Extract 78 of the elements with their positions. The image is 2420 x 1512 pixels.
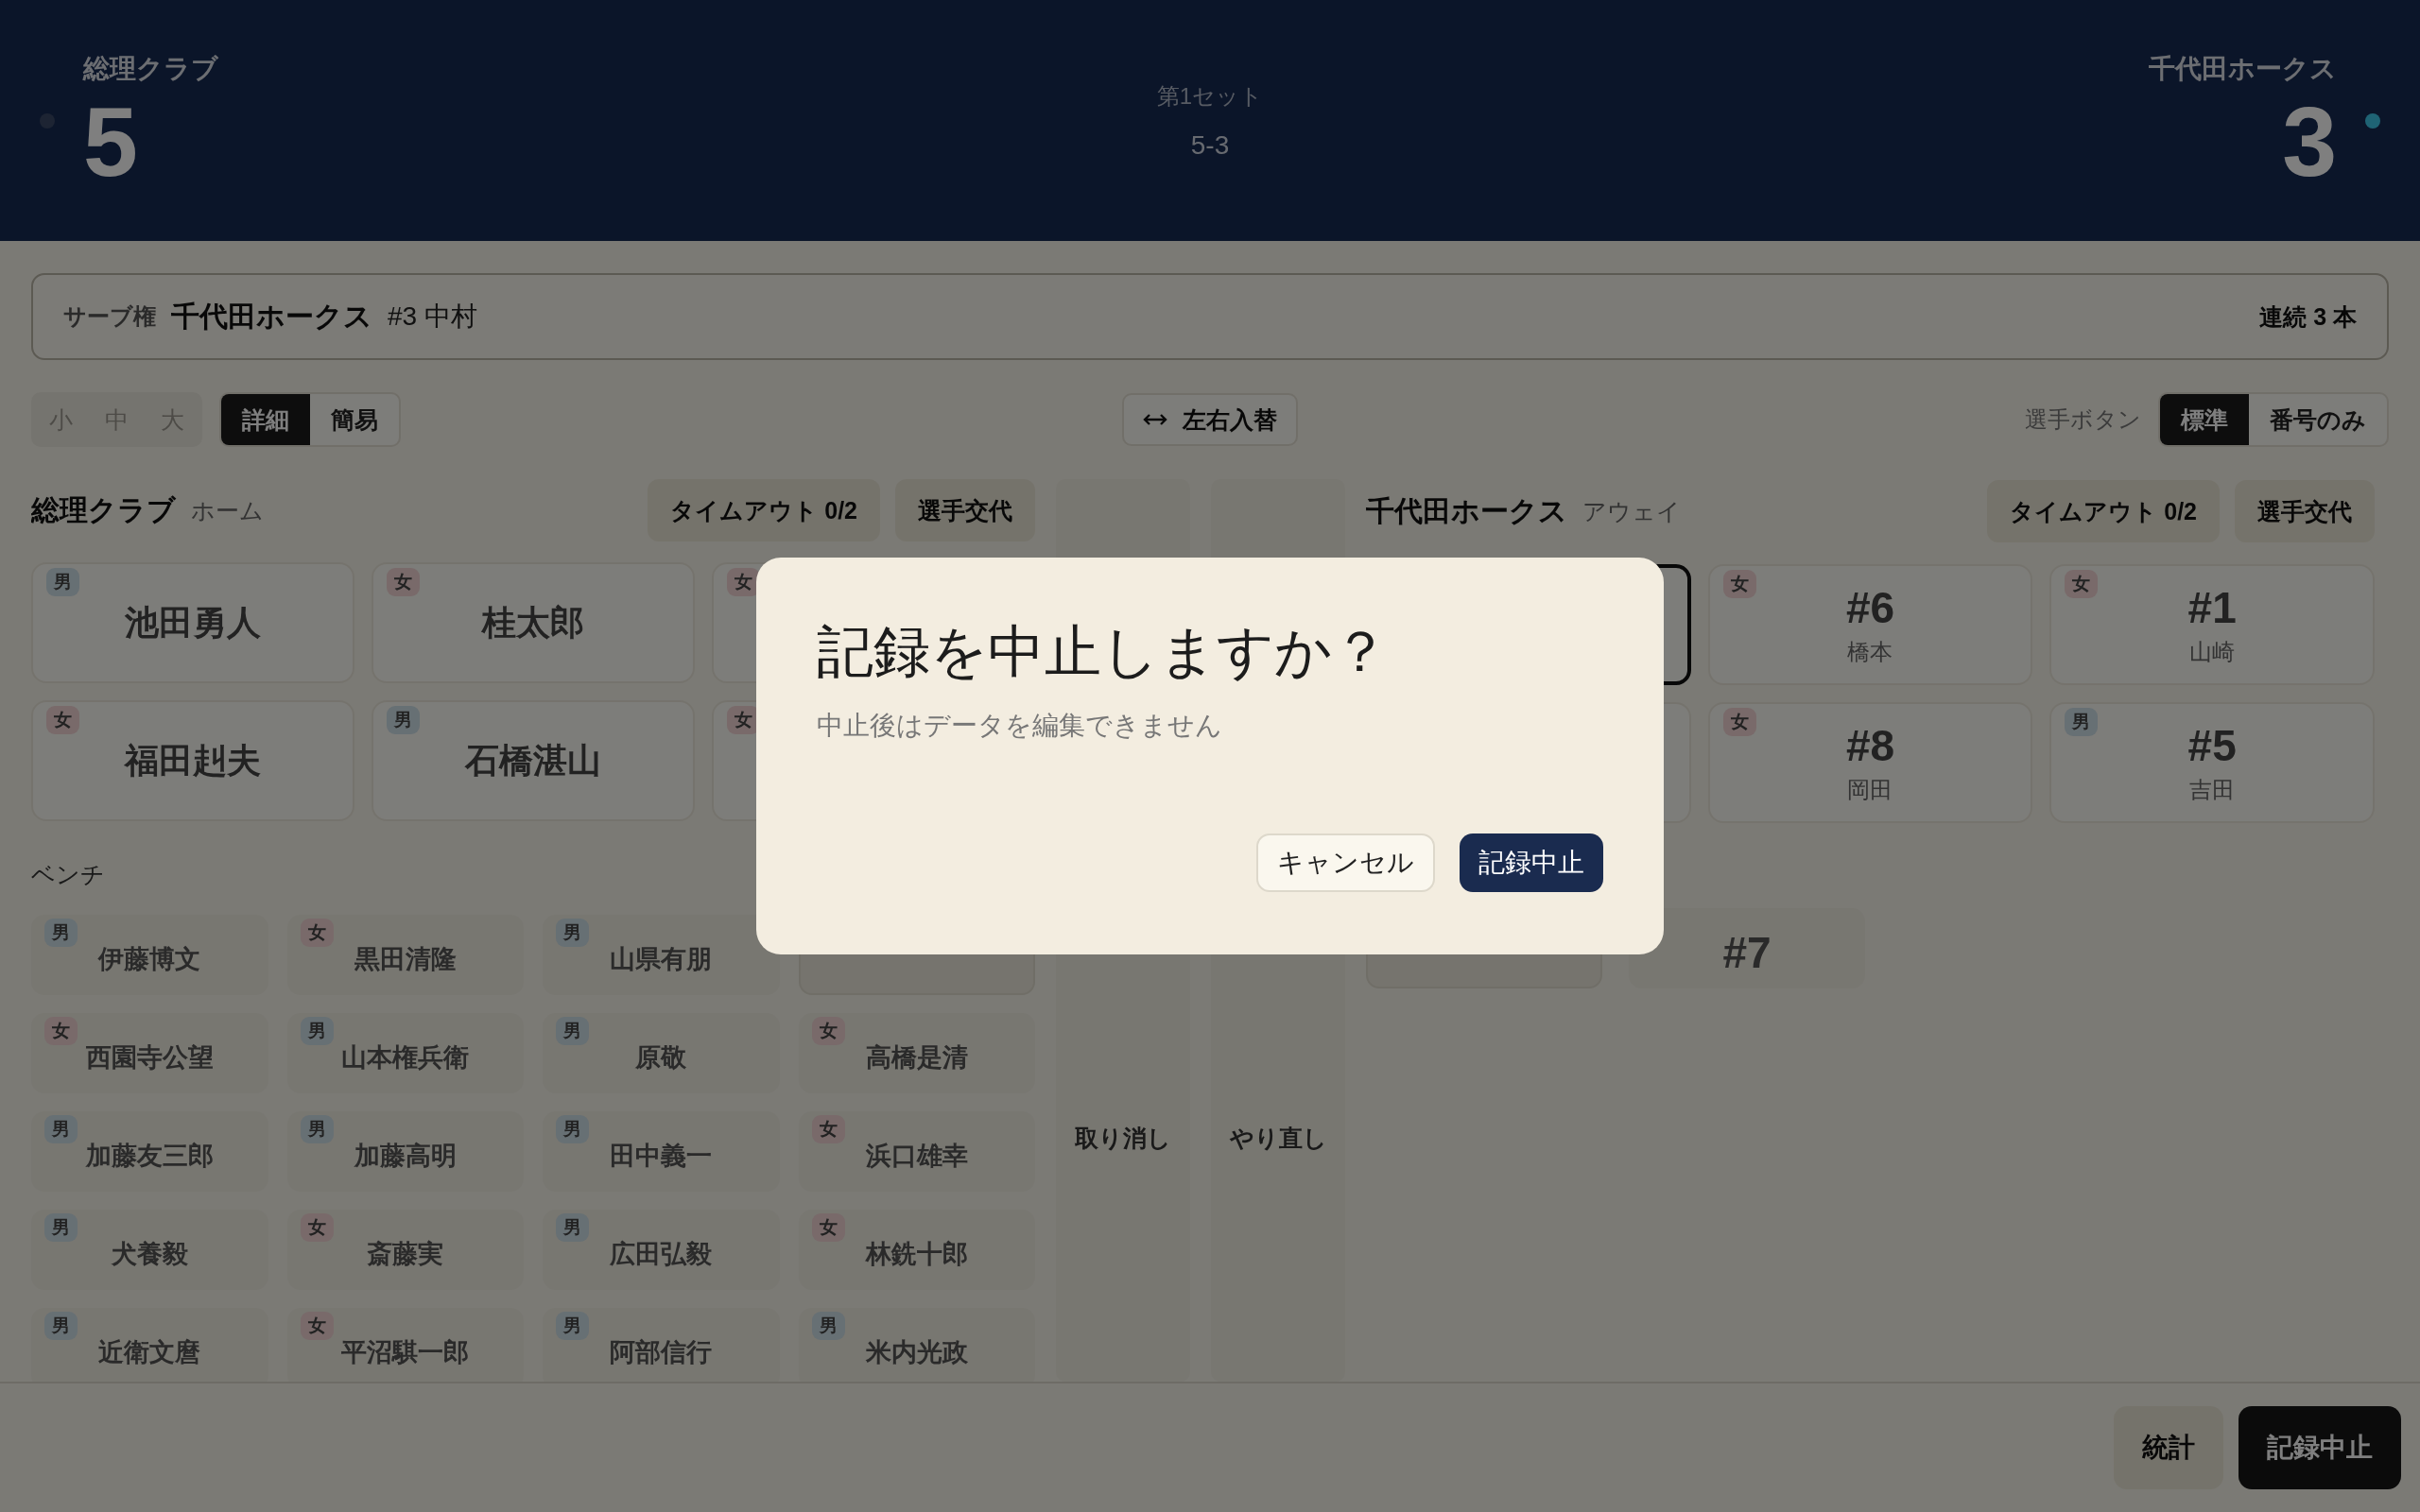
gender-badge: 女: [811, 1017, 845, 1045]
player-name: 高橋是清: [865, 1042, 968, 1074]
gender-badge: 女: [727, 568, 760, 596]
gender-badge: 女: [811, 1213, 845, 1242]
player-number: #5: [2187, 720, 2237, 771]
gender-badge: 男: [556, 1312, 589, 1340]
player-name: 石橋湛山: [465, 739, 601, 782]
player-number: #7: [1722, 927, 1772, 978]
gender-badge: 男: [2065, 708, 2099, 736]
player-number: #8: [1845, 720, 1895, 771]
team-name: 千代田ホークス: [1366, 493, 1567, 528]
bench-label: ベンチ: [31, 860, 106, 889]
player-name: 黒田清隆: [354, 944, 457, 975]
gender-badge: 女: [300, 1312, 334, 1340]
player-name: 加藤高明: [354, 1141, 457, 1172]
player-name: 西園寺公望: [85, 1042, 214, 1074]
player-number: #1: [2187, 582, 2237, 633]
gender-badge: 女: [44, 1017, 78, 1045]
player-name: 広田弘毅: [610, 1239, 713, 1270]
gender-badge: 男: [556, 919, 589, 947]
gender-badge: 女: [811, 1115, 845, 1143]
serving-player: #3 中村: [388, 301, 478, 333]
team-name: 総理クラブ: [83, 52, 218, 85]
player-name: 加藤友三郎: [85, 1141, 214, 1172]
player-name: 阿部信行: [610, 1337, 713, 1368]
gender-badge: 女: [300, 919, 334, 947]
player-name: 橋本: [1847, 638, 1893, 666]
player-name: 山県有朋: [610, 944, 713, 975]
gender-badge: 女: [46, 706, 79, 734]
gender-badge: 男: [811, 1312, 845, 1340]
team-score: 3: [2282, 92, 2337, 191]
team-name: 千代田ホークス: [2149, 52, 2337, 85]
team-name: 総理クラブ: [31, 492, 176, 527]
gender-badge: 男: [300, 1017, 334, 1045]
gender-badge: 男: [387, 706, 420, 734]
player-name: 福田赳夫: [125, 739, 261, 782]
player-number: #6: [1845, 582, 1895, 633]
gender-badge: 男: [556, 1017, 589, 1045]
player-name: 岡田: [1847, 776, 1893, 804]
player-name: 浜口雄幸: [865, 1141, 968, 1172]
dialog-title: 記録を中止しますか？: [817, 619, 1390, 685]
gender-badge: 男: [44, 1213, 78, 1242]
set-label: 第1セット: [1156, 81, 1264, 111]
player-name: 犬養毅: [111, 1239, 188, 1270]
team-side-label: ホーム: [191, 495, 264, 525]
player-name: 斎藤実: [367, 1239, 444, 1270]
gender-badge: 男: [44, 919, 78, 947]
player-name: 吉田: [2189, 776, 2236, 804]
gender-badge: 男: [556, 1213, 589, 1242]
gender-badge: 男: [44, 1115, 78, 1143]
player-button-label: 選手ボタン: [2025, 405, 2141, 434]
player-name: 田中義一: [610, 1141, 713, 1172]
set-score: 5-3: [1190, 129, 1230, 161]
player-name: 山本権兵衛: [341, 1042, 470, 1074]
team-score: 5: [83, 92, 139, 191]
dialog-message: 中止後はデータを編集できません: [817, 710, 1223, 742]
gender-badge: 男: [44, 1312, 78, 1340]
gender-badge: 男: [46, 568, 79, 596]
team-side-label: アウェイ: [1582, 496, 1681, 526]
gender-badge: 女: [1722, 708, 1756, 736]
player-name: 池田勇人: [125, 601, 261, 644]
gender-badge: 女: [300, 1213, 334, 1242]
serving-team: 千代田ホークス: [171, 299, 372, 334]
player-name: 平沼騏一郎: [341, 1337, 470, 1368]
gender-badge: 男: [556, 1115, 589, 1143]
serve-streak: 連続 3 本: [2259, 301, 2357, 332]
gender-badge: 女: [2065, 570, 2099, 598]
player-name: 林銑十郎: [865, 1239, 968, 1270]
player-name: 近衛文麿: [98, 1337, 201, 1368]
player-name: 原敬: [635, 1042, 687, 1074]
gender-badge: 女: [1722, 570, 1756, 598]
gender-badge: 男: [300, 1115, 334, 1143]
gender-badge: 女: [387, 568, 420, 596]
player-name: 伊藤博文: [98, 944, 201, 975]
serve-label: サーブ権: [63, 302, 156, 331]
player-name: 山崎: [2189, 638, 2236, 666]
player-name: 桂太郎: [482, 601, 584, 644]
player-name: 米内光政: [865, 1337, 968, 1368]
